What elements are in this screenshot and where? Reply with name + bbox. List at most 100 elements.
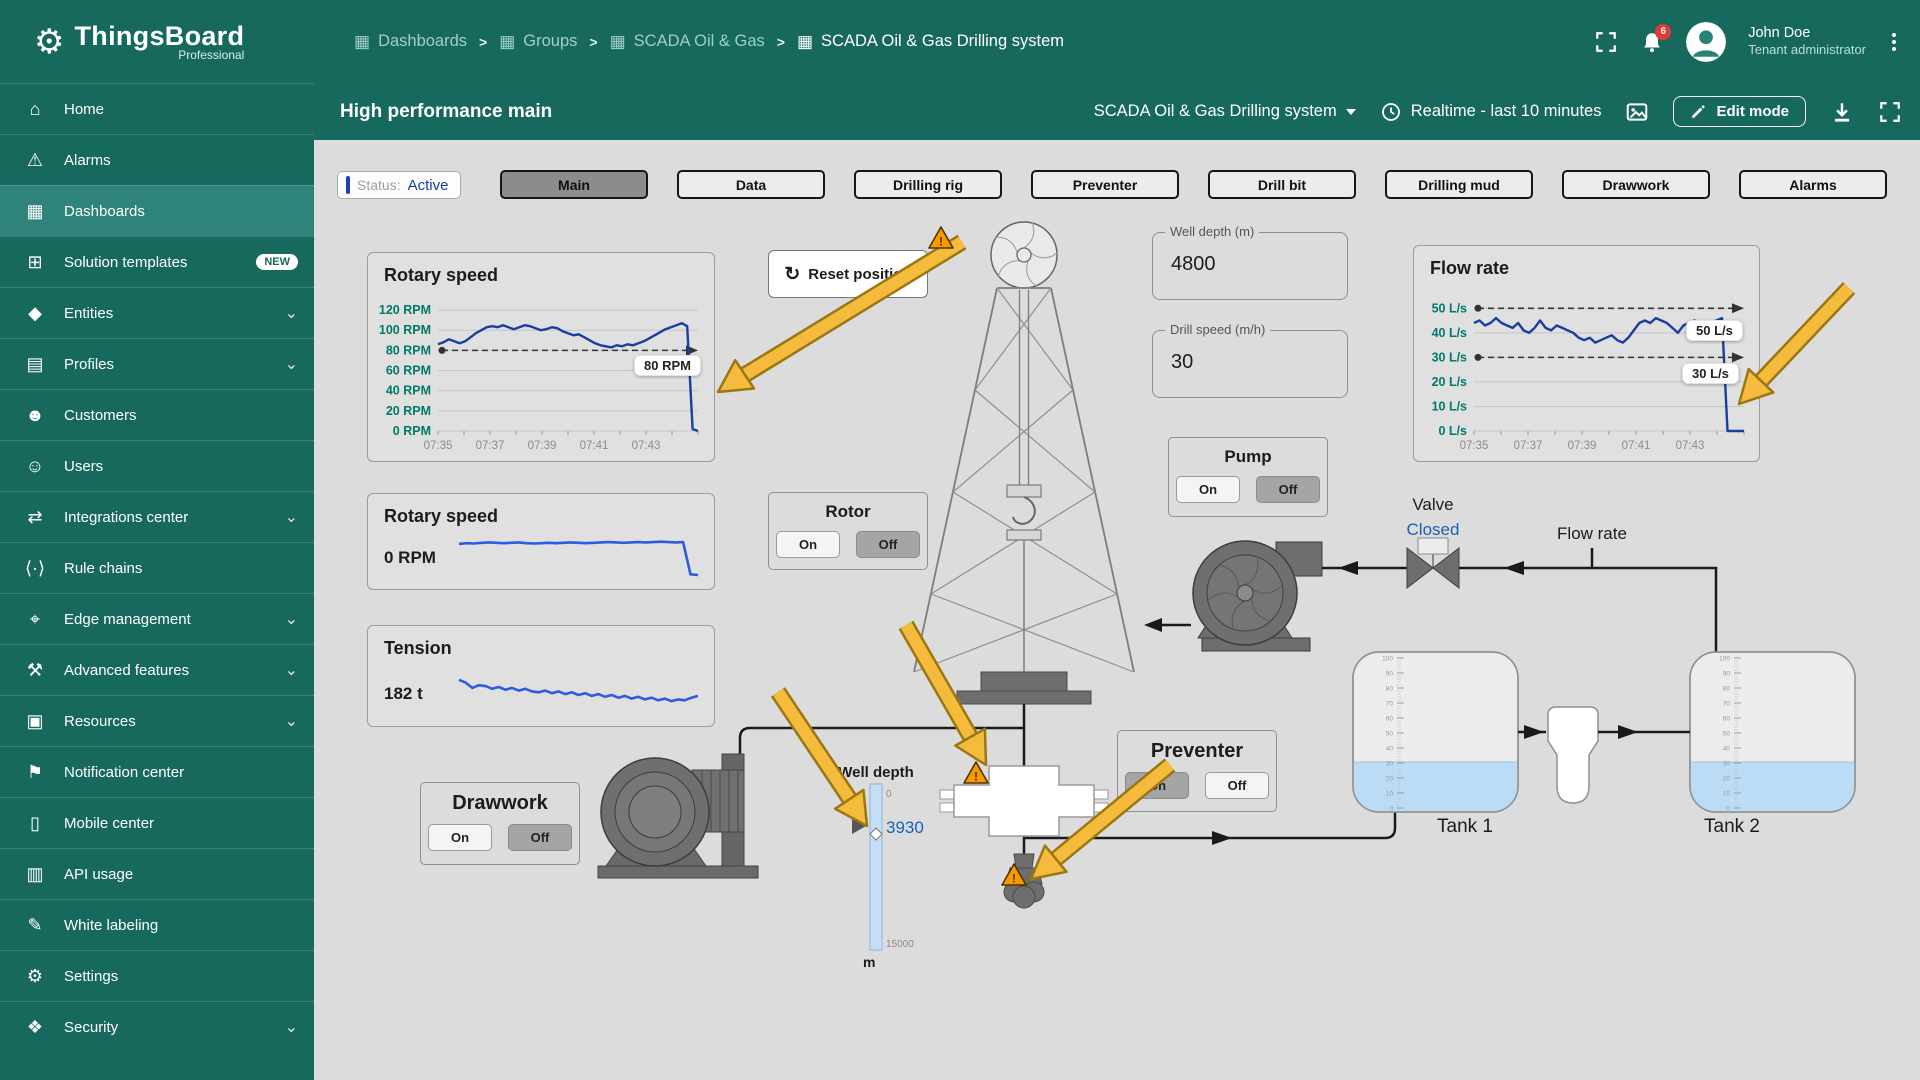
svg-text:20 L/s: 20 L/s bbox=[1432, 375, 1467, 389]
svg-text:0 L/s: 0 L/s bbox=[1439, 424, 1468, 438]
sidebar-item-home[interactable]: ⌂Home bbox=[0, 83, 314, 134]
sidebar-item-integrations-center[interactable]: ⇄Integrations center⌄ bbox=[0, 491, 314, 542]
fullscreen-icon[interactable] bbox=[1594, 30, 1618, 54]
chevron-down-icon: ⌄ bbox=[285, 1017, 298, 1037]
sidebar-item-label: Advanced features bbox=[64, 662, 189, 679]
sidebar-item-white-labeling[interactable]: ✎White labeling bbox=[0, 899, 314, 950]
sidebar-item-security[interactable]: ❖Security⌄ bbox=[0, 1001, 314, 1052]
tab-alarms[interactable]: Alarms bbox=[1739, 170, 1887, 199]
breadcrumb-label: Dashboards bbox=[378, 32, 467, 51]
preventer-off-button[interactable]: Off bbox=[1205, 772, 1269, 799]
sidebar-item-label: Settings bbox=[64, 968, 118, 985]
thingsboard-logo-icon: ⚙ bbox=[34, 22, 64, 62]
drill-speed-input[interactable]: Drill speed (m/h) 30 bbox=[1152, 330, 1348, 398]
breadcrumb-label: Groups bbox=[523, 32, 577, 51]
breadcrumb-label: SCADA Oil & Gas bbox=[634, 32, 765, 51]
thingsboard-logo[interactable]: ⚙ ThingsBoard Professional bbox=[0, 0, 314, 83]
flow-threshold-chip-30: 30 L/s bbox=[1682, 363, 1739, 384]
sidebar-item-label: Users bbox=[64, 458, 103, 475]
rotor-off-button[interactable]: Off bbox=[856, 531, 920, 558]
dashboards-icon: ▦ bbox=[499, 32, 515, 52]
solution-templates-icon: ⊞ bbox=[22, 252, 48, 273]
sidebar-item-notification-center[interactable]: ⚑ Notification center bbox=[0, 746, 314, 797]
sidebar-item-alarms[interactable]: ⚠ Alarms bbox=[0, 134, 314, 185]
download-icon[interactable] bbox=[1830, 100, 1854, 124]
tab-main[interactable]: Main bbox=[500, 170, 648, 199]
users-icon: ☺ bbox=[22, 456, 48, 477]
tab-drawwork[interactable]: Drawwork bbox=[1562, 170, 1710, 199]
sidebar-item-rule-chains[interactable]: ⟨·⟩Rule chains bbox=[0, 542, 314, 593]
rotary-speed-value: 0 RPM bbox=[384, 548, 436, 568]
dashboard-state-title: High performance main bbox=[340, 101, 552, 123]
sidebar-item-label: API usage bbox=[64, 866, 133, 883]
entity-selector[interactable]: SCADA Oil & Gas Drilling system bbox=[1094, 102, 1356, 121]
tab-drilling-rig[interactable]: Drilling rig bbox=[854, 170, 1002, 199]
clock-icon bbox=[1380, 101, 1402, 123]
breadcrumb: ▦Dashboards>▦Groups>▦SCADA Oil & Gas>▦SC… bbox=[354, 32, 1064, 52]
sidebar-item-solution-templates[interactable]: ⊞ Solution templates NEW bbox=[0, 236, 314, 287]
sidebar-item-resources[interactable]: ▣Resources⌄ bbox=[0, 695, 314, 746]
breadcrumb-item[interactable]: ▦Dashboards bbox=[354, 32, 467, 52]
sidebar-item-customers[interactable]: ☻Customers bbox=[0, 389, 314, 440]
sidebar-item-label: Integrations center bbox=[64, 509, 188, 526]
breadcrumb-separator: > bbox=[479, 34, 487, 50]
dashboards-icon: ▦ bbox=[610, 32, 626, 52]
profiles-icon: ▤ bbox=[22, 354, 48, 375]
sidebar-item-entities[interactable]: ◆Entities⌄ bbox=[0, 287, 314, 338]
breadcrumb-item[interactable]: ▦ SCADA Oil & Gas bbox=[610, 32, 765, 52]
rotor-on-button[interactable]: On bbox=[776, 531, 840, 558]
preventer-on-button[interactable]: On bbox=[1125, 772, 1189, 799]
sidebar-item-settings[interactable]: ⚙ Settings bbox=[0, 950, 314, 1001]
security-icon: ❖ bbox=[22, 1017, 48, 1038]
new-badge: NEW bbox=[256, 254, 298, 270]
alarm-icon: ⚠ bbox=[22, 150, 48, 171]
avatar[interactable] bbox=[1686, 22, 1726, 62]
svg-text:07:37: 07:37 bbox=[1514, 440, 1543, 452]
sidebar-item-advanced-features[interactable]: ⚒Advanced features⌄ bbox=[0, 644, 314, 695]
sidebar-item-dashboards[interactable]: ▦Dashboards bbox=[0, 185, 314, 236]
tab-drilling-mud[interactable]: Drilling mud bbox=[1385, 170, 1533, 199]
well-depth-input[interactable]: Well depth (m) 4800 bbox=[1152, 232, 1348, 300]
refresh-icon: ↻ bbox=[784, 263, 800, 286]
top-header: ▦Dashboards>▦Groups>▦SCADA Oil & Gas>▦SC… bbox=[314, 0, 1920, 83]
pump-on-button[interactable]: On bbox=[1176, 476, 1240, 503]
rotary-speed-value-widget: Rotary speed 0 RPM bbox=[367, 493, 715, 590]
sidebar-item-label: White labeling bbox=[64, 917, 158, 934]
sidebar: ⚙ ThingsBoard Professional ⌂Home ⚠ Alarms ▦… bbox=[0, 0, 314, 1080]
notification-icon: ⚑ bbox=[22, 762, 48, 783]
settings-icon: ⚙ bbox=[22, 966, 48, 987]
advanced-features-icon: ⚒ bbox=[22, 660, 48, 681]
edit-mode-button[interactable]: Edit mode bbox=[1673, 96, 1806, 127]
pencil-icon bbox=[1690, 103, 1707, 120]
user-info: John Doe Tenant administrator bbox=[1748, 24, 1866, 58]
notifications-bell-icon[interactable]: 6 bbox=[1640, 30, 1664, 54]
chevron-down-icon: ⌄ bbox=[285, 609, 298, 629]
sidebar-item-label: Home bbox=[64, 101, 104, 118]
sidebar-item-profiles[interactable]: ▤Profiles⌄ bbox=[0, 338, 314, 389]
reset-position-button[interactable]: ↻ Reset position bbox=[768, 250, 928, 298]
sidebar-item-label: Solution templates bbox=[64, 254, 187, 271]
tab-drill-bit[interactable]: Drill bit bbox=[1208, 170, 1356, 199]
sidebar-item-api-usage[interactable]: ▥API usage bbox=[0, 848, 314, 899]
pump-control-widget: Pump On Off bbox=[1168, 437, 1328, 517]
breadcrumb-item[interactable]: ▦SCADA Oil & Gas Drilling system bbox=[797, 32, 1064, 52]
timewindow-button[interactable]: Realtime - last 10 minutes bbox=[1380, 101, 1602, 123]
pump-off-button[interactable]: Off bbox=[1256, 476, 1320, 503]
sidebar-item-label: Notification center bbox=[64, 764, 184, 781]
sidebar-item-label: Rule chains bbox=[64, 560, 142, 577]
drawwork-on-button[interactable]: On bbox=[428, 824, 492, 851]
breadcrumb-item[interactable]: ▦ Groups bbox=[499, 32, 577, 52]
dashboard-fullscreen-icon[interactable] bbox=[1878, 100, 1902, 124]
sidebar-item-label: Profiles bbox=[64, 356, 114, 373]
sidebar-item-edge-management[interactable]: ⌖Edge management⌄ bbox=[0, 593, 314, 644]
dashboards-icon: ▦ bbox=[797, 32, 813, 52]
drawwork-off-button[interactable]: Off bbox=[508, 824, 572, 851]
svg-text:07:41: 07:41 bbox=[1622, 440, 1651, 452]
tab-preventer[interactable]: Preventer bbox=[1031, 170, 1179, 199]
sidebar-item-mobile-center[interactable]: ▯Mobile center bbox=[0, 797, 314, 848]
image-gallery-icon[interactable] bbox=[1625, 100, 1649, 124]
sidebar-item-users[interactable]: ☺ Users bbox=[0, 440, 314, 491]
tab-data[interactable]: Data bbox=[677, 170, 825, 199]
sidebar-item-label: Alarms bbox=[64, 152, 111, 169]
kebab-menu-icon[interactable] bbox=[1888, 29, 1900, 55]
